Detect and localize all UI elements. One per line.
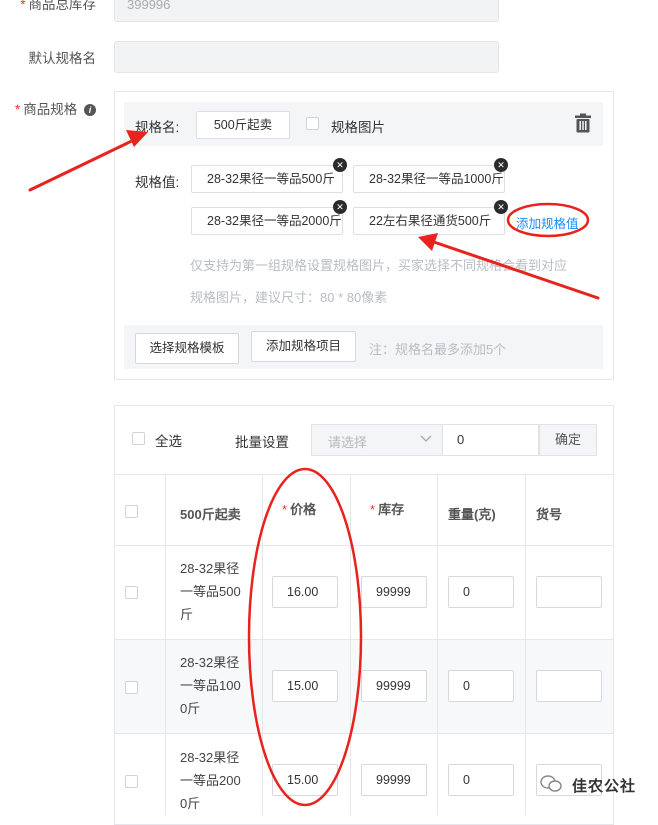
annotation-ellipse (506, 202, 590, 238)
annotation-arrowhead (418, 233, 438, 251)
annotation-ellipse (247, 467, 363, 807)
annotation-overlay (28, 130, 600, 807)
annotation-arrow (28, 135, 142, 192)
wechat-logo-icon (540, 774, 562, 794)
annotation-arrow (426, 238, 600, 300)
watermark-text: 佳农公社 (572, 778, 637, 795)
annotation-arrowhead (126, 130, 148, 147)
